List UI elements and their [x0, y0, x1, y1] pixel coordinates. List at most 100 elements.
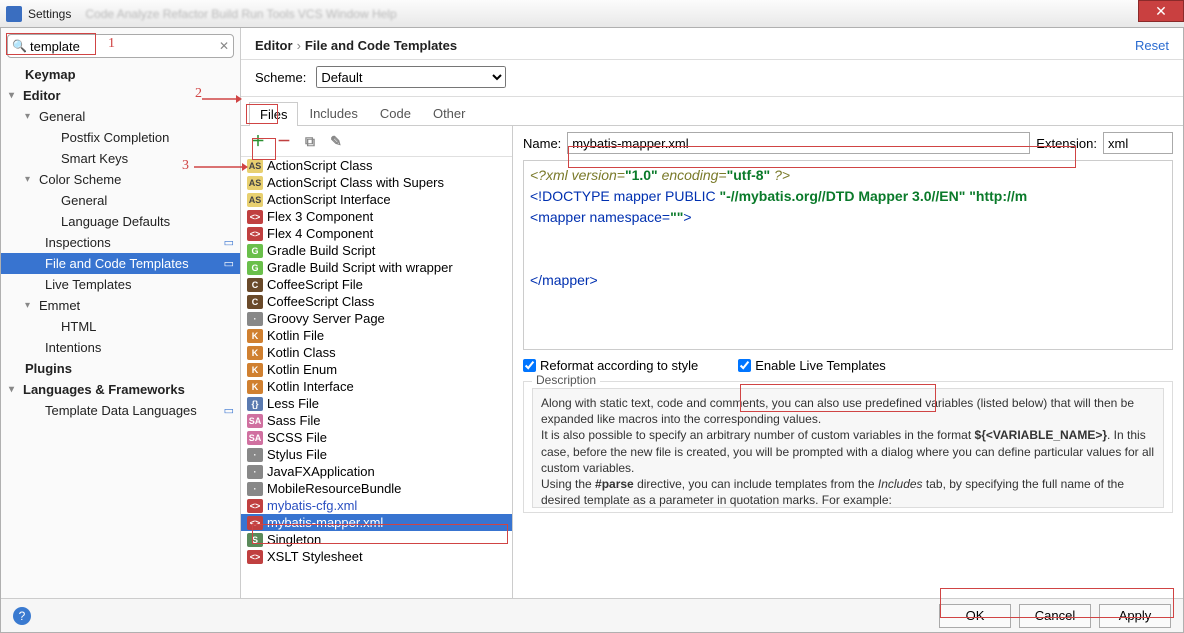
template-item[interactable]: <> Flex 4 Component — [241, 225, 512, 242]
copy-button[interactable]: ⧉ — [301, 132, 319, 150]
file-icon: <> — [247, 227, 263, 241]
template-item[interactable]: ASActionScript Class — [241, 157, 512, 174]
add-button[interactable]: ＋ — [249, 132, 267, 150]
apply-button[interactable]: Apply — [1099, 604, 1171, 628]
template-label: ActionScript Class with Supers — [267, 175, 444, 190]
template-item[interactable]: KKotlin Class — [241, 344, 512, 361]
template-item[interactable]: CCoffeeScript File — [241, 276, 512, 293]
template-item[interactable]: ·MobileResourceBundle — [241, 480, 512, 497]
enable-live-checkbox[interactable] — [738, 359, 751, 372]
tree-langdef[interactable]: Language Defaults — [1, 211, 240, 232]
template-label: Gradle Build Script with wrapper — [267, 260, 453, 275]
template-item[interactable]: KKotlin Interface — [241, 378, 512, 395]
clear-icon[interactable]: ✕ — [219, 39, 229, 53]
template-label: Kotlin Enum — [267, 362, 337, 377]
template-label: ActionScript Class — [267, 158, 372, 173]
reformat-check[interactable]: Reformat according to style — [523, 358, 698, 373]
tree-postfix[interactable]: Postfix Completion — [1, 127, 240, 148]
chevron-down-icon: ▾ — [25, 174, 37, 185]
file-icon: · — [247, 465, 263, 479]
tree-inspections[interactable]: Inspections▭ — [1, 232, 240, 253]
template-item[interactable]: {}Less File — [241, 395, 512, 412]
name-input[interactable] — [567, 132, 1030, 154]
scheme-bar: Scheme: Default — [241, 60, 1183, 97]
ok-button[interactable]: OK — [939, 604, 1011, 628]
file-icon: SA — [247, 414, 263, 428]
template-item[interactable]: GGradle Build Script with wrapper — [241, 259, 512, 276]
work-area: ＋ － ⧉ ✎ ASActionScript ClassASActionScri… — [241, 126, 1183, 632]
tree-intentions[interactable]: Intentions — [1, 337, 240, 358]
file-icon: SA — [247, 431, 263, 445]
tree-emmet[interactable]: ▾Emmet — [1, 295, 240, 316]
template-item[interactable]: GGradle Build Script — [241, 242, 512, 259]
scheme-select[interactable]: Default — [316, 66, 506, 88]
template-toolbar: ＋ － ⧉ ✎ — [241, 126, 512, 157]
tree-plugins[interactable]: Plugins — [1, 358, 240, 379]
ext-label: Extension: — [1036, 136, 1097, 151]
template-list[interactable]: ASActionScript ClassASActionScript Class… — [241, 157, 512, 632]
file-icon: <> — [247, 210, 263, 224]
enable-live-check[interactable]: Enable Live Templates — [738, 358, 886, 373]
file-icon: C — [247, 278, 263, 292]
annotation-1: 1 — [108, 36, 115, 52]
template-item[interactable]: ·Stylus File — [241, 446, 512, 463]
template-item[interactable]: KKotlin File — [241, 327, 512, 344]
template-item[interactable]: <> Flex 3 Component — [241, 208, 512, 225]
search-icon: 🔍 — [12, 39, 27, 53]
template-label: Sass File — [267, 413, 320, 428]
tree-tdlang[interactable]: Template Data Languages▭ — [1, 400, 240, 421]
edit-button[interactable]: ✎ — [327, 132, 345, 150]
file-icon: <> — [247, 550, 263, 564]
tab-code[interactable]: Code — [369, 101, 422, 125]
tree-smartkeys[interactable]: Smart Keys — [1, 148, 240, 169]
breadcrumb-bar: Editor›File and Code Templates Reset — [241, 28, 1183, 60]
template-item[interactable]: ·Groovy Server Page — [241, 310, 512, 327]
template-label: Groovy Server Page — [267, 311, 385, 326]
cancel-button[interactable]: Cancel — [1019, 604, 1091, 628]
tree-live-templates[interactable]: Live Templates — [1, 274, 240, 295]
footer-buttons: OK Cancel Apply — [939, 604, 1171, 628]
file-icon: C — [247, 295, 263, 309]
tab-includes[interactable]: Includes — [298, 101, 368, 125]
reset-link[interactable]: Reset — [1135, 38, 1169, 53]
template-label: JavaFXApplication — [267, 464, 375, 479]
template-label: Flex 3 Component — [267, 209, 373, 224]
template-item[interactable]: CCoffeeScript Class — [241, 293, 512, 310]
reformat-checkbox[interactable] — [523, 359, 536, 372]
close-button[interactable]: ✕ — [1138, 0, 1184, 22]
tree-html[interactable]: HTML — [1, 316, 240, 337]
tab-files[interactable]: Files — [249, 102, 298, 126]
tree-file-code-templates[interactable]: File and Code Templates▭ — [1, 253, 240, 274]
template-item[interactable]: SSingleton — [241, 531, 512, 548]
tree-general[interactable]: ▾General — [1, 106, 240, 127]
file-icon: K — [247, 329, 263, 343]
tree-langfw[interactable]: ▾Languages & Frameworks — [1, 379, 240, 400]
annotation-3: 3 — [182, 158, 189, 174]
template-item[interactable]: <>mybatis-mapper.xml — [241, 514, 512, 531]
tree-keymap[interactable]: Keymap — [1, 64, 240, 85]
help-button[interactable]: ? — [13, 607, 31, 625]
tree-general2[interactable]: General — [1, 190, 240, 211]
template-item[interactable]: KKotlin Enum — [241, 361, 512, 378]
template-item[interactable]: SA SCSS File — [241, 429, 512, 446]
template-item[interactable]: AS ActionScript Class with Supers — [241, 174, 512, 191]
template-item[interactable]: ASActionScript Interface — [241, 191, 512, 208]
search-input[interactable] — [12, 39, 219, 54]
template-label: Flex 4 Component — [267, 226, 373, 241]
tree-colorscheme[interactable]: ▾Color Scheme — [1, 169, 240, 190]
settings-sidebar: 🔍 ✕ Keymap ▾Editor ▾General Postfix Comp… — [1, 28, 241, 632]
template-item[interactable]: · JavaFXApplication — [241, 463, 512, 480]
template-label: Kotlin Class — [267, 345, 336, 360]
template-code[interactable]: <?xml version="1.0" encoding="utf-8" ?> … — [523, 160, 1173, 350]
remove-button[interactable]: － — [275, 132, 293, 150]
tree-editor[interactable]: ▾Editor — [1, 85, 240, 106]
template-item[interactable]: <> XSLT Stylesheet — [241, 548, 512, 565]
tab-other[interactable]: Other — [422, 101, 477, 125]
file-icon: AS — [247, 176, 263, 190]
search-input-wrapper[interactable]: 🔍 ✕ — [7, 34, 234, 58]
template-label: SCSS File — [267, 430, 327, 445]
template-item[interactable]: SA Sass File — [241, 412, 512, 429]
template-item[interactable]: <>mybatis-cfg.xml — [241, 497, 512, 514]
ext-input[interactable] — [1103, 132, 1173, 154]
template-label: XSLT Stylesheet — [267, 549, 363, 564]
